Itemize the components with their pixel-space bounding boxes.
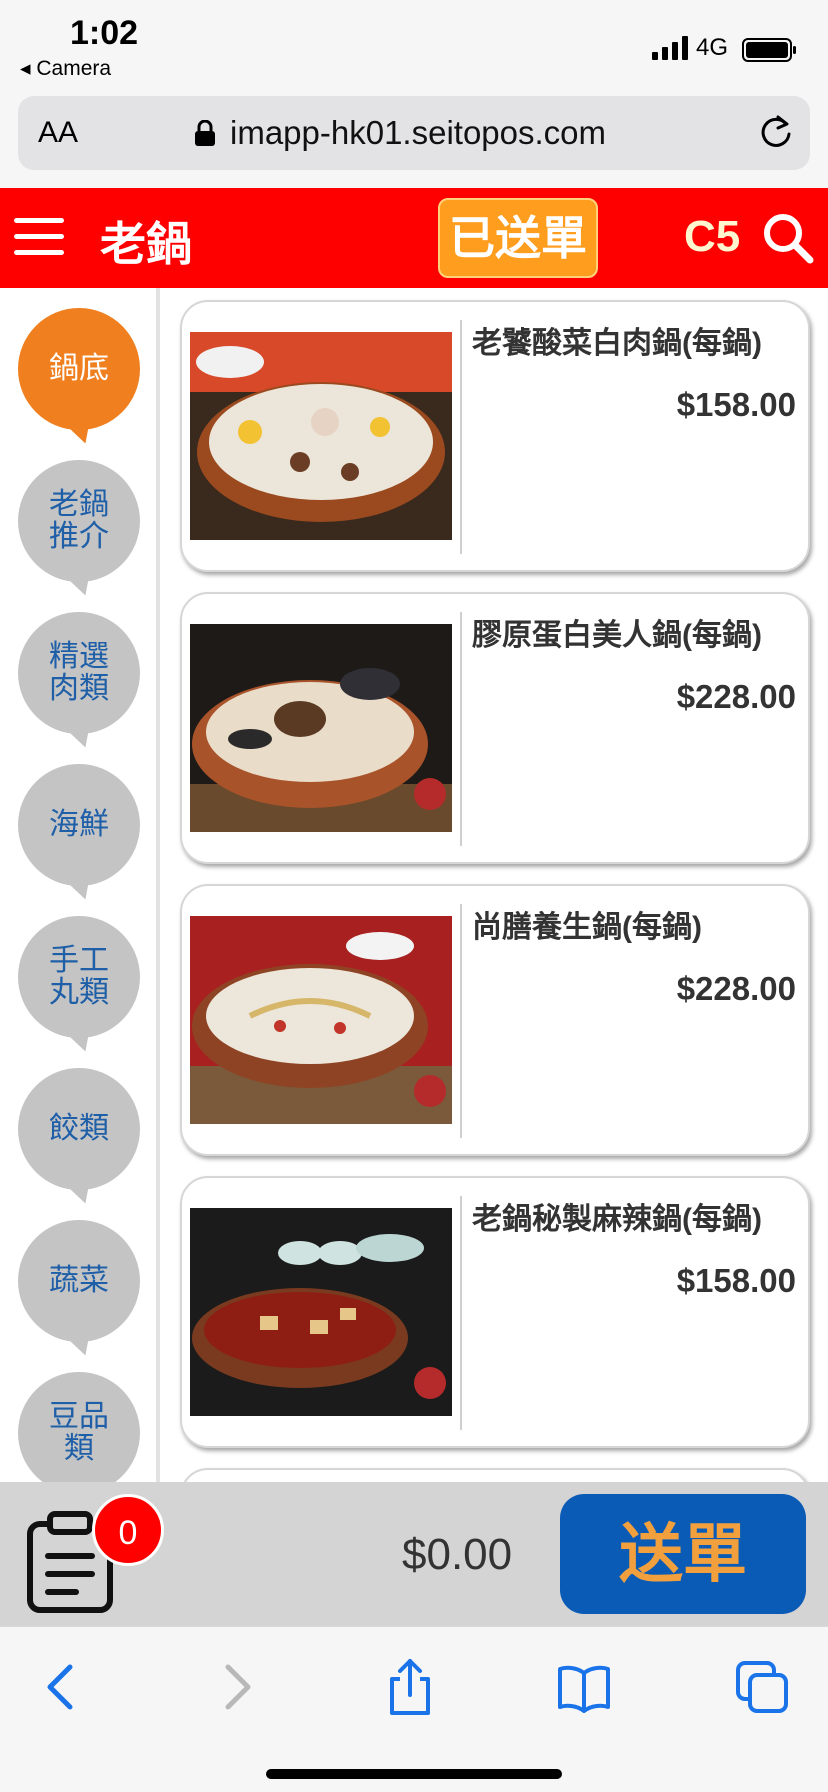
url-text: imapp-hk01.seitopos.com — [230, 114, 607, 151]
home-indicator — [266, 1769, 562, 1779]
item-price: $228.00 — [676, 970, 796, 1007]
divider — [460, 320, 462, 554]
item-name: 老鍋秘製麻辣鍋(每鍋) — [472, 1203, 762, 1236]
category-label: 海鮮 — [49, 808, 109, 841]
menu-item-card[interactable]: 膠原蛋白美人鍋(每鍋) $228.00 — [180, 592, 810, 864]
menu-icon[interactable] — [14, 218, 66, 258]
order-summary-bar: 0 $0.00 送單 — [0, 1482, 828, 1626]
clock: 1:02 — [70, 14, 139, 52]
browser-address-area: AA imapp-hk01.seitopos.com — [0, 92, 828, 188]
hotpot-photo — [190, 1208, 452, 1416]
category-dumplings[interactable]: 餃類 — [18, 1068, 140, 1190]
category-recommended[interactable]: 老鍋推介 — [18, 460, 140, 582]
bookmarks-icon[interactable] — [554, 1657, 614, 1717]
battery-icon — [742, 38, 796, 62]
sent-orders-button[interactable]: 已送單 — [438, 198, 598, 278]
hotpot-photo — [190, 916, 452, 1124]
divider — [460, 904, 462, 1138]
order-count-badge: 0 — [92, 1494, 164, 1566]
hotpot-photo — [190, 332, 452, 540]
browser-toolbar — [0, 1626, 828, 1792]
category-label: 餃類 — [49, 1112, 109, 1145]
item-price: $228.00 — [676, 678, 796, 715]
item-price: $158.00 — [676, 386, 796, 423]
category-label: 鍋底 — [49, 352, 109, 385]
text-size-button[interactable]: AA — [38, 116, 78, 150]
order-total: $0.00 — [402, 1530, 513, 1579]
hotpot-photo — [190, 624, 452, 832]
category-soup-base[interactable]: 鍋底 — [18, 308, 140, 430]
send-order-button[interactable]: 送單 — [560, 1494, 806, 1614]
lock-icon — [195, 120, 215, 146]
divider — [460, 612, 462, 846]
menu-item-list: 老饕酸菜白肉鍋(每鍋) $158.00 膠原蛋白美人鍋(每鍋) $228.00 — [162, 288, 828, 1482]
search-icon[interactable] — [762, 212, 814, 264]
category-label: 手工丸類 — [49, 944, 109, 1009]
category-meat[interactable]: 精選肉類 — [18, 612, 140, 734]
restaurant-title: 老鍋 — [100, 218, 192, 270]
item-name: 老饕酸菜白肉鍋(每鍋) — [472, 327, 762, 360]
network-type: 4G — [696, 34, 729, 61]
tabs-icon[interactable] — [732, 1657, 792, 1717]
category-sidebar: 鍋底 老鍋推介 精選肉類 海鮮 手工丸類 餃類 蔬菜 豆品類 — [0, 288, 160, 1482]
cellular-signal-icon — [652, 36, 688, 60]
back-to-camera-link[interactable]: ◂ Camera — [20, 56, 111, 81]
category-label: 老鍋推介 — [49, 488, 109, 553]
address-bar[interactable]: AA imapp-hk01.seitopos.com — [18, 96, 810, 170]
back-icon[interactable] — [32, 1657, 92, 1717]
category-label: 精選肉類 — [49, 640, 109, 705]
divider — [460, 1196, 462, 1430]
screen: 1:02 ◂ Camera 4G AA imapp-hk01.seitopos.… — [0, 0, 828, 1792]
category-label: 豆品類 — [49, 1400, 109, 1465]
app-header: 老鍋 已送單 C5 — [0, 188, 828, 288]
item-name: 膠原蛋白美人鍋(每鍋) — [472, 619, 762, 652]
category-handmade-balls[interactable]: 手工丸類 — [18, 916, 140, 1038]
category-seafood[interactable]: 海鮮 — [18, 764, 140, 886]
item-name: 尚膳養生鍋(每鍋) — [472, 911, 702, 944]
table-number: C5 — [684, 212, 741, 261]
menu-item-card[interactable] — [180, 1468, 810, 1482]
category-tofu[interactable]: 豆品類 — [18, 1372, 140, 1482]
status-bar: 1:02 ◂ Camera 4G — [0, 0, 828, 92]
forward-icon[interactable] — [206, 1657, 266, 1717]
category-vegetables[interactable]: 蔬菜 — [18, 1220, 140, 1342]
menu-item-card[interactable]: 老鍋秘製麻辣鍋(每鍋) $158.00 — [180, 1176, 810, 1448]
menu-item-card[interactable]: 尚膳養生鍋(每鍋) $228.00 — [180, 884, 810, 1156]
share-icon[interactable] — [380, 1657, 440, 1717]
category-label: 蔬菜 — [49, 1264, 109, 1297]
item-price: $158.00 — [676, 1262, 796, 1299]
reload-icon[interactable] — [758, 114, 794, 150]
menu-item-card[interactable]: 老饕酸菜白肉鍋(每鍋) $158.00 — [180, 300, 810, 572]
